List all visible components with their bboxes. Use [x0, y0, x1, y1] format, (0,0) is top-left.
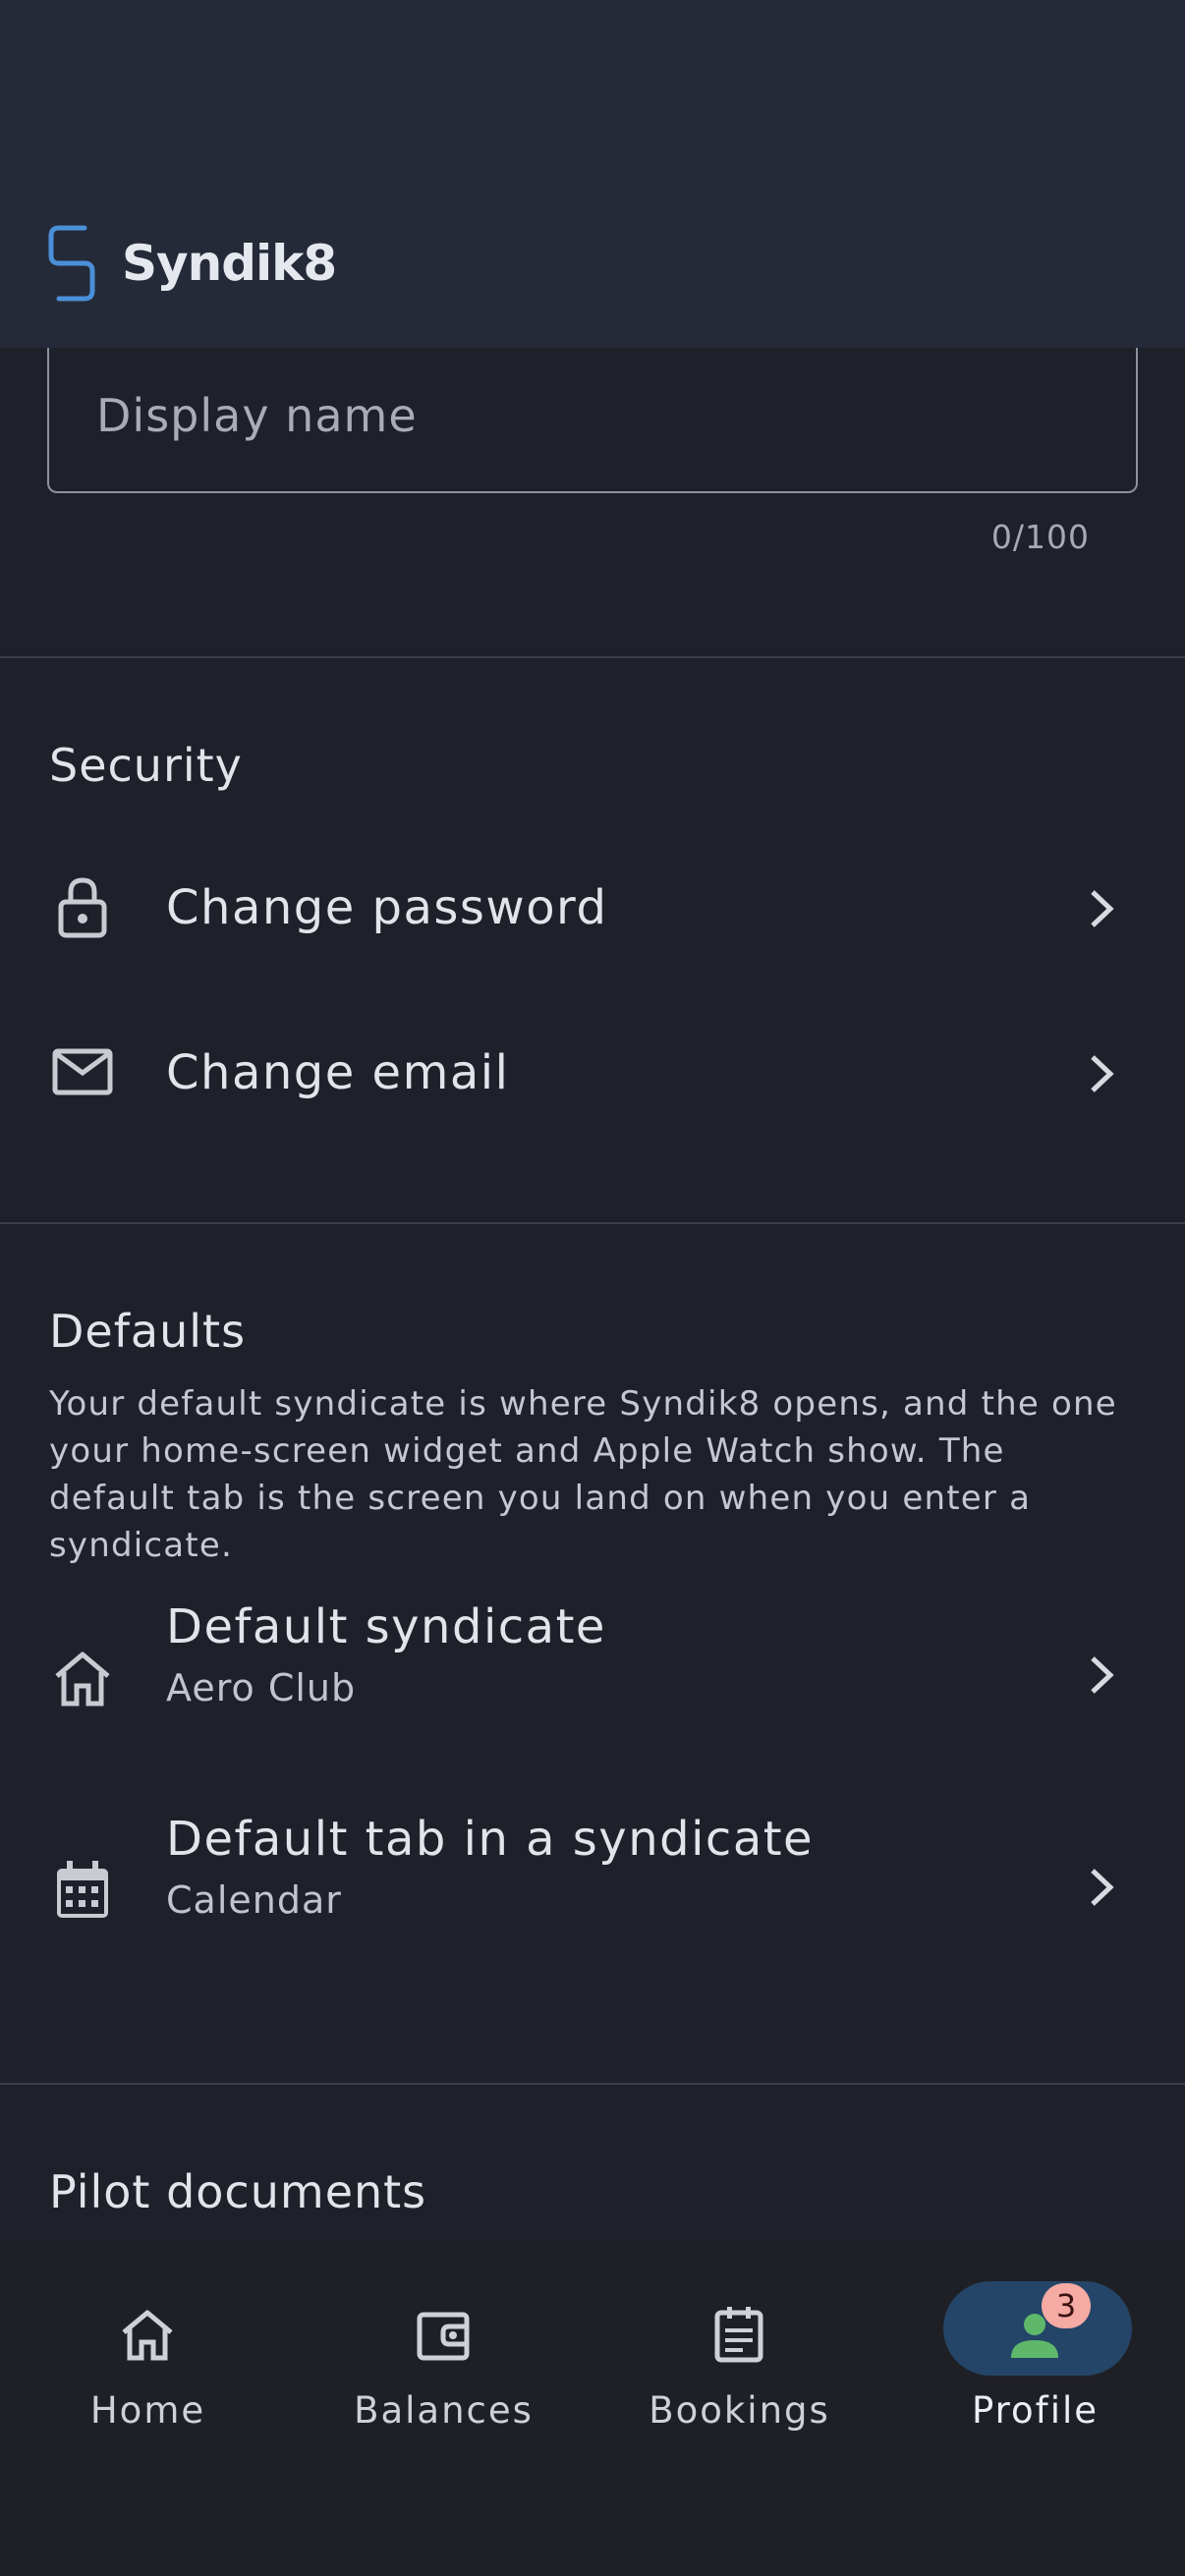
bottom-navigation: Home Balances Bookings Profile	[0, 2244, 1185, 2576]
nav-home[interactable]: Home	[0, 2244, 296, 2470]
default-syndicate-value: Aero Club	[166, 1666, 357, 1709]
defaults-section-title: Defaults	[49, 1305, 247, 1358]
app-header: Syndik8	[0, 0, 1185, 348]
envelope-icon	[52, 1048, 113, 1095]
defaults-description: Your default syndicate is where Syndik8 …	[49, 1384, 1117, 1565]
default-syndicate-label: Default syndicate	[166, 1599, 606, 1654]
chevron-right-icon	[1091, 1656, 1114, 1694]
change-email-label: Change email	[166, 1045, 510, 1100]
default-syndicate-row[interactable]: Default syndicate Aero Club	[0, 1580, 1185, 1776]
display-name-field[interactable]: Display name	[47, 348, 1138, 493]
notification-badge: 3	[1042, 2283, 1091, 2328]
nav-home-label: Home	[89, 2389, 206, 2432]
nav-balances-label: Balances	[354, 2389, 534, 2432]
change-password-label: Change password	[166, 880, 608, 935]
divider	[0, 1222, 1185, 1224]
security-section-title: Security	[49, 739, 243, 792]
app-name: Syndik8	[122, 235, 337, 292]
default-tab-value: Calendar	[166, 1878, 342, 1922]
divider	[0, 656, 1185, 658]
default-tab-label: Default tab in a syndicate	[166, 1812, 815, 1867]
nav-balances[interactable]: Balances	[296, 2244, 592, 2470]
nav-bookings[interactable]: Bookings	[592, 2244, 887, 2470]
lock-icon	[58, 877, 107, 938]
home-icon	[55, 1652, 110, 1707]
syndik8-logo-icon	[48, 225, 95, 302]
wallet-icon	[417, 2312, 470, 2361]
nav-profile[interactable]: Profile	[887, 2244, 1183, 2470]
profile-content[interactable]: Display name 0/100 Security Change passw…	[0, 348, 1185, 2244]
chevron-right-icon	[1091, 1869, 1114, 1906]
chevron-right-icon	[1091, 1055, 1114, 1092]
change-password-row[interactable]: Change password	[0, 835, 1185, 982]
default-tab-row[interactable]: Default tab in a syndicate Calendar	[0, 1792, 1185, 1988]
nav-bookings-label: Bookings	[649, 2389, 830, 2432]
app-logo: Syndik8	[45, 222, 337, 305]
chevron-right-icon	[1091, 890, 1114, 927]
calendar-icon	[57, 1861, 108, 1918]
divider	[0, 2083, 1185, 2085]
display-name-counter: 0/100	[990, 518, 1090, 556]
home-icon	[122, 2310, 173, 2361]
display-name-placeholder: Display name	[96, 389, 418, 442]
nav-profile-label: Profile	[971, 2389, 1100, 2432]
clipboard-icon	[714, 2307, 763, 2363]
change-email-row[interactable]: Change email	[0, 1000, 1185, 1148]
pilot-documents-section-title: Pilot documents	[49, 2165, 427, 2218]
